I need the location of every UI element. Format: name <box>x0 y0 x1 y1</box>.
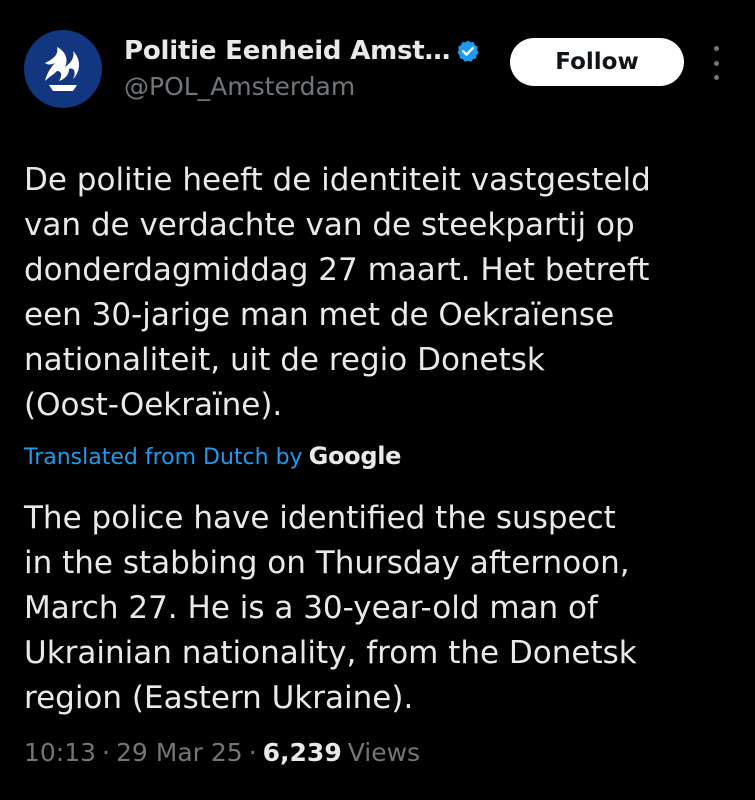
more-dot <box>713 46 719 51</box>
meta-separator: · <box>102 738 110 767</box>
translation-attribution: Translated from Dutch by Google <box>24 442 731 486</box>
google-logo: Google <box>308 442 402 470</box>
views-count[interactable]: 6,239 <box>263 738 342 767</box>
translated-from-link[interactable]: Translated from Dutch by <box>24 445 303 470</box>
tweet-meta: 10:13 · 29 Mar 25 · 6,239 Views <box>24 738 420 767</box>
more-dot <box>713 60 719 66</box>
follow-button[interactable]: Follow <box>510 38 684 86</box>
tweet-translated-text: The police have identified the suspect i… <box>24 500 637 716</box>
more-dot <box>713 75 719 80</box>
avatar[interactable] <box>24 30 102 108</box>
more-options-icon[interactable] <box>706 46 726 80</box>
verified-badge-icon <box>457 40 479 62</box>
tweet: Politie Eenheid Amst… @POL_Amsterdam Fol… <box>0 0 755 800</box>
meta-separator: · <box>248 738 257 767</box>
views-label[interactable]: Views <box>348 738 420 767</box>
tweet-date[interactable]: 29 Mar 25 <box>116 738 243 767</box>
tweet-time[interactable]: 10:13 <box>24 738 96 767</box>
tweet-original-text: De politie heeft de identiteit vastgeste… <box>24 162 651 423</box>
police-flame-logo-icon <box>45 47 79 91</box>
display-name[interactable]: Politie Eenheid Amst… <box>124 36 451 66</box>
